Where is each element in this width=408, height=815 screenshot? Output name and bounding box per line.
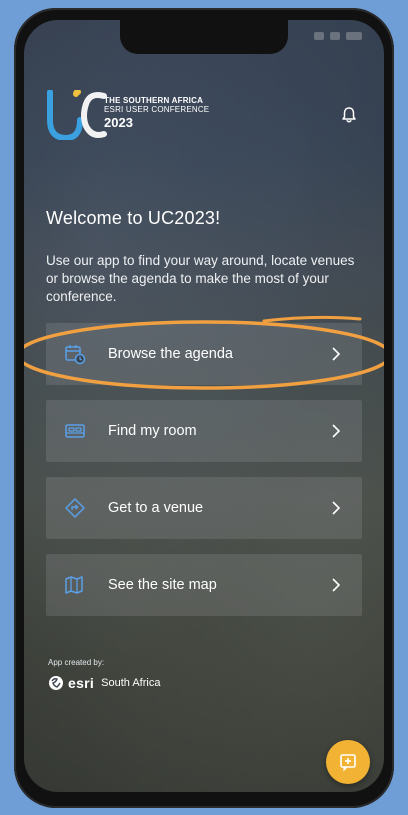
uc-logo-icon — [47, 90, 107, 140]
app-header: THE SOUTHERN AFRICA ESRI USER CONFERENCE… — [46, 90, 362, 140]
navigation-icon — [65, 498, 85, 518]
app-credit: App created by: esri South Africa — [48, 658, 160, 691]
logo-line-1: THE SOUTHERN AFRICA — [104, 96, 204, 105]
home-content: THE SOUTHERN AFRICA ESRI USER CONFERENCE… — [24, 20, 384, 792]
globe-icon — [49, 676, 63, 690]
credit-label: App created by: — [48, 658, 105, 667]
signal-icon — [330, 32, 340, 40]
chevron-right-icon — [332, 424, 341, 438]
logo-year: 2023 — [104, 115, 133, 130]
menu-item-label: Get to a venue — [108, 500, 204, 516]
welcome-title: Welcome to UC2023! — [46, 208, 221, 228]
menu-item-label: See the site map — [108, 577, 217, 593]
menu-item-label: Find my room — [108, 423, 197, 439]
bed-icon — [65, 424, 85, 438]
feedback-fab-button[interactable] — [326, 740, 370, 784]
camera-notch — [120, 20, 288, 54]
notification-bell-icon[interactable] — [340, 106, 358, 124]
logo-line-2: ESRI USER CONFERENCE — [104, 105, 210, 114]
add-comment-icon — [340, 754, 356, 772]
calendar-clock-icon — [65, 345, 86, 365]
menu-item-get-to-venue[interactable]: Get to a venue — [46, 477, 362, 539]
app-screen: THE SOUTHERN AFRICA ESRI USER CONFERENCE… — [24, 20, 384, 792]
wifi-icon — [314, 32, 324, 40]
status-bar — [314, 32, 362, 40]
chevron-right-icon — [332, 578, 341, 592]
phone-frame: THE SOUTHERN AFRICA ESRI USER CONFERENCE… — [14, 8, 394, 808]
menu-item-find-room[interactable]: Find my room — [46, 400, 362, 462]
logo-wordmark: THE SOUTHERN AFRICA ESRI USER CONFERENCE… — [104, 96, 304, 130]
main-menu: Browse the agenda Find my room Get to a … — [24, 315, 384, 631]
battery-icon — [346, 32, 362, 40]
intro-text: Use our app to find your way around, loc… — [46, 253, 355, 304]
menu-item-label: Browse the agenda — [108, 346, 233, 362]
chevron-right-icon — [332, 347, 341, 361]
chevron-right-icon — [332, 501, 341, 515]
menu-item-site-map[interactable]: See the site map — [46, 554, 362, 616]
esri-wordmark: esri — [68, 675, 95, 691]
map-icon — [65, 576, 83, 594]
esri-region: South Africa — [101, 677, 161, 689]
menu-item-browse-agenda[interactable]: Browse the agenda — [24, 315, 384, 390]
esri-logo[interactable]: esri South Africa — [48, 675, 160, 691]
